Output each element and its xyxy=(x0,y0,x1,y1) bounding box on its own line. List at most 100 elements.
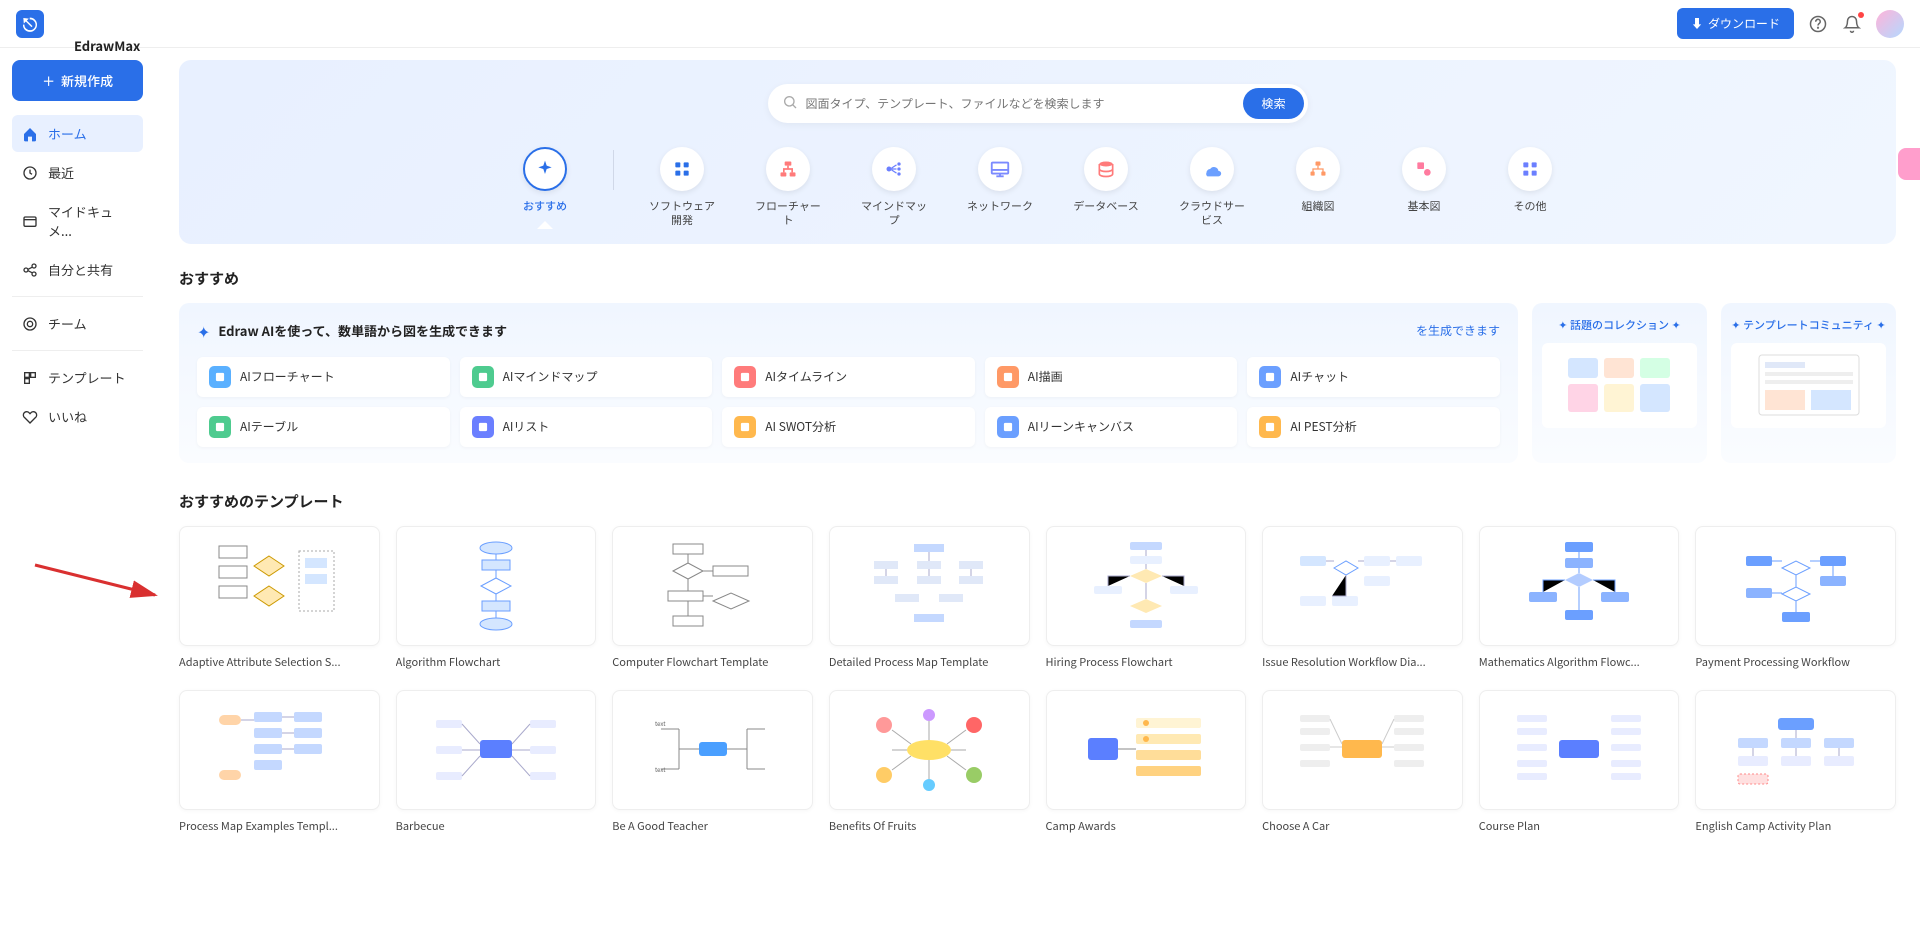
template-name: Detailed Process Map Template xyxy=(829,654,1030,670)
ai-item-icon xyxy=(472,416,494,438)
sparkle-icon: ✦ xyxy=(1558,317,1567,333)
template-card[interactable]: Hiring Process Flowchart xyxy=(1046,526,1247,670)
category-basic[interactable]: 基本図 xyxy=(1386,147,1462,213)
ai-generate-link[interactable]: を生成できます xyxy=(1416,322,1500,339)
template-card[interactable]: Barbecue xyxy=(396,690,597,834)
user-avatar[interactable] xyxy=(1876,10,1904,38)
sidebar-item-documents[interactable]: マイドキュメ... xyxy=(12,193,143,249)
ai-item-5[interactable]: AIテーブル xyxy=(197,407,450,447)
template-card[interactable]: Camp Awards xyxy=(1046,690,1247,834)
template-thumb xyxy=(612,526,813,646)
category-mindmap[interactable]: マインドマップ xyxy=(856,147,932,228)
category-org[interactable]: 組織図 xyxy=(1280,147,1356,213)
feedback-tab[interactable] xyxy=(1898,148,1920,180)
shapes-icon xyxy=(1402,147,1446,191)
category-network[interactable]: ネットワーク xyxy=(962,147,1038,213)
template-thumb xyxy=(179,526,380,646)
share-icon xyxy=(22,262,38,278)
template-thumb xyxy=(829,690,1030,810)
ai-item-8[interactable]: AIリーンキャンバス xyxy=(985,407,1238,447)
ai-item-icon xyxy=(1259,366,1281,388)
template-thumb xyxy=(396,690,597,810)
category-other[interactable]: その他 xyxy=(1492,147,1568,213)
ai-item-icon xyxy=(472,366,494,388)
ai-item-label: AIリーンキャンバス xyxy=(1028,418,1134,435)
community-preview xyxy=(1731,343,1886,428)
category-software[interactable]: ソフトウェア開発 xyxy=(644,147,720,228)
collection-preview xyxy=(1542,343,1697,428)
search-button[interactable]: 検索 xyxy=(1243,88,1303,119)
sidebar-item-home[interactable]: ホーム xyxy=(12,115,143,152)
template-card[interactable]: English Camp Activity Plan xyxy=(1695,690,1896,834)
template-card[interactable]: Benefits Of Fruits xyxy=(829,690,1030,834)
flowchart-icon xyxy=(766,147,810,191)
ai-item-icon xyxy=(997,366,1019,388)
dots-icon xyxy=(1508,147,1552,191)
bell-icon[interactable] xyxy=(1842,14,1862,34)
sidebar-item-likes[interactable]: いいね xyxy=(12,398,143,435)
collection-card[interactable]: ✦ 話題のコレクション ✦ xyxy=(1532,303,1707,463)
template-card[interactable]: Process Map Examples Templ... xyxy=(179,690,380,834)
sidebar-item-recent[interactable]: 最近 xyxy=(12,154,143,191)
download-button[interactable]: ⬇ ダウンロード xyxy=(1677,8,1794,39)
ai-item-3[interactable]: AI描画 xyxy=(985,357,1238,397)
clock-icon xyxy=(22,165,38,181)
community-card[interactable]: ✦ テンプレートコミュニティ ✦ xyxy=(1721,303,1896,463)
sidebar-item-templates[interactable]: テンプレート xyxy=(12,359,143,396)
template-card[interactable]: texttextBe A Good Teacher xyxy=(612,690,813,834)
sparkle-icon: ✦ xyxy=(197,319,210,343)
ai-item-6[interactable]: AIリスト xyxy=(460,407,713,447)
like-icon xyxy=(22,409,38,425)
template-name: Hiring Process Flowchart xyxy=(1046,654,1247,670)
template-card[interactable]: Algorithm Flowchart xyxy=(396,526,597,670)
sidebar: ＋ 新規作成 ホーム 最近 マイドキュメ... 自分と共有 チーム テンプレート xyxy=(0,0,155,949)
ai-item-2[interactable]: AIタイムライン xyxy=(722,357,975,397)
category-database[interactable]: データベース xyxy=(1068,147,1144,213)
template-name: Payment Processing Workflow xyxy=(1695,654,1896,670)
sidebar-item-shared[interactable]: 自分と共有 xyxy=(12,251,143,288)
template-thumb xyxy=(1262,526,1463,646)
ai-item-label: AI描画 xyxy=(1028,368,1063,385)
template-card[interactable]: Payment Processing Workflow xyxy=(1695,526,1896,670)
template-card[interactable]: Mathematics Algorithm Flowc... xyxy=(1479,526,1680,670)
ai-item-1[interactable]: AIマインドマップ xyxy=(460,357,713,397)
category-flowchart[interactable]: フローチャート xyxy=(750,147,826,228)
ai-item-icon xyxy=(209,416,231,438)
template-thumb xyxy=(829,526,1030,646)
section-title-recommended: おすすめ xyxy=(179,268,1896,289)
template-name: Issue Resolution Workflow Dia... xyxy=(1262,654,1463,670)
template-card[interactable]: Course Plan xyxy=(1479,690,1680,834)
category-recommended[interactable]: おすすめ xyxy=(507,147,583,213)
template-name: Course Plan xyxy=(1479,818,1680,834)
ai-item-7[interactable]: AI SWOT分析 xyxy=(722,407,975,447)
ai-item-label: AIタイムライン xyxy=(765,368,847,385)
notification-dot xyxy=(1858,12,1864,18)
divider xyxy=(12,296,143,297)
ai-item-0[interactable]: AIフローチャート xyxy=(197,357,450,397)
template-name: Camp Awards xyxy=(1046,818,1247,834)
logo[interactable]: ⎋ Wondershare EdrawMax xyxy=(16,0,164,78)
help-icon[interactable] xyxy=(1808,14,1828,34)
mindmap-icon xyxy=(872,147,916,191)
hero-panel: 検索 おすすめ ソフトウェア開発 フローチャート xyxy=(179,60,1896,244)
search-input[interactable] xyxy=(806,95,1244,112)
sidebar-item-team[interactable]: チーム xyxy=(12,305,143,342)
template-card[interactable]: Adaptive Attribute Selection S... xyxy=(179,526,380,670)
template-card[interactable]: Choose A Car xyxy=(1262,690,1463,834)
template-card[interactable]: Issue Resolution Workflow Dia... xyxy=(1262,526,1463,670)
ai-item-9[interactable]: AI PEST分析 xyxy=(1247,407,1500,447)
ai-item-label: AI PEST分析 xyxy=(1290,418,1356,435)
template-thumb xyxy=(1262,690,1463,810)
logo-title: EdrawMax xyxy=(50,0,164,78)
template-card[interactable]: Computer Flowchart Template xyxy=(612,526,813,670)
home-icon xyxy=(22,126,38,142)
template-thumb xyxy=(1695,690,1896,810)
category-cloud[interactable]: クラウドサービス xyxy=(1174,147,1250,228)
template-thumb xyxy=(1479,526,1680,646)
ai-item-4[interactable]: AIチャット xyxy=(1247,357,1500,397)
template-card[interactable]: Detailed Process Map Template xyxy=(829,526,1030,670)
ai-item-label: AI SWOT分析 xyxy=(765,418,836,435)
sparkle-icon: ✦ xyxy=(1876,317,1885,333)
ai-item-label: AIチャット xyxy=(1290,368,1349,385)
template-name: Choose A Car xyxy=(1262,818,1463,834)
